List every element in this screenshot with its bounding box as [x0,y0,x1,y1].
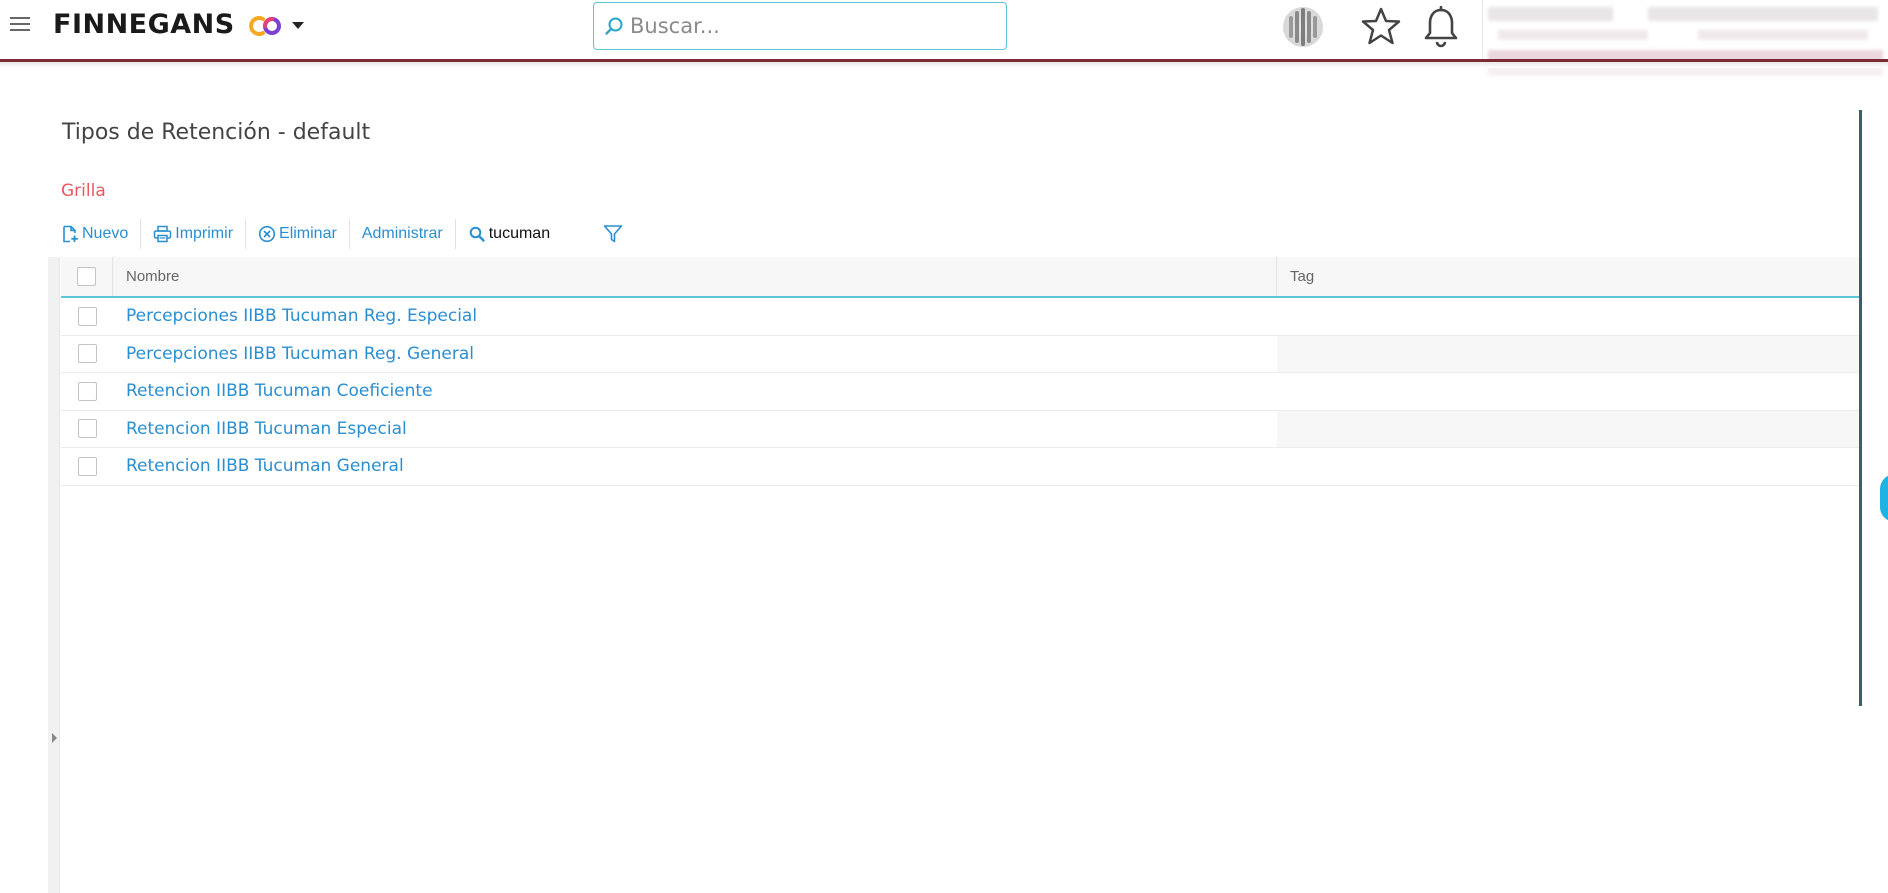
floating-help-button[interactable] [1880,474,1888,522]
grid-toolbar: Nuevo Imprimir Eliminar Administrar [61,219,623,249]
row-tag [1277,410,1861,447]
select-all-checkbox[interactable] [77,267,96,286]
table-row[interactable]: Percepciones IIBB Tucuman Reg. Especial [61,298,1861,336]
topbar-divider [1482,0,1483,58]
select-all-cell [61,257,113,296]
row-select-cell [61,298,113,335]
row-select-cell [61,373,113,410]
manage-button-label: Administrar [361,225,443,242]
global-search[interactable] [593,2,1007,50]
table-row[interactable]: Percepciones IIBB Tucuman Reg. General [61,335,1861,373]
star-icon[interactable] [1361,6,1401,46]
global-search-input[interactable] [630,14,990,38]
column-header-tag[interactable]: Tag [1277,257,1861,296]
filter-icon [603,225,623,243]
row-checkbox[interactable] [77,344,97,364]
brand-name: FINNEGANS [53,9,235,40]
manage-button[interactable]: Administrar [350,219,456,249]
side-panel-rail [48,257,60,893]
column-header-nombre[interactable]: Nombre [113,257,1277,296]
row-checkbox[interactable] [77,381,97,401]
row-name-link[interactable]: Retencion IIBB Tucuman Especial [113,411,1277,448]
vertical-scrollbar[interactable] [1859,110,1862,706]
bell-icon[interactable] [1422,6,1460,48]
chevron-down-icon[interactable] [292,22,304,29]
row-tag [1277,335,1861,372]
table-row[interactable]: Retencion IIBB Tucuman General [61,448,1861,486]
row-select-cell [61,448,113,485]
expand-panel-icon[interactable] [52,733,57,743]
print-button[interactable]: Imprimir [141,219,247,249]
row-select-cell [61,411,113,448]
table-row[interactable]: Retencion IIBB Tucuman Coeficiente [61,373,1861,411]
search-icon [605,17,623,35]
page-title: Tipos de Retención - default [62,120,371,145]
delete-button[interactable]: Eliminar [246,219,350,249]
view-label: Grilla [61,181,106,201]
grid-search[interactable] [456,219,589,249]
row-tag [1277,373,1861,410]
delete-button-label: Eliminar [279,225,337,242]
close-circle-icon [258,225,276,243]
row-name-link[interactable]: Percepciones IIBB Tucuman Reg. Especial [113,298,1277,335]
row-checkbox[interactable] [77,456,97,476]
row-name-link[interactable]: Retencion IIBB Tucuman General [113,448,1277,485]
topbar-shadow [0,62,1888,68]
grid-search-input[interactable] [488,225,579,243]
row-checkbox[interactable] [77,306,97,326]
row-tag [1277,448,1861,485]
grid-header: Nombre Tag [61,257,1861,298]
new-button[interactable]: Nuevo [61,219,142,249]
filter-button[interactable] [589,219,623,249]
print-button-label: Imprimir [175,225,234,242]
row-checkbox[interactable] [77,419,97,439]
printer-icon [154,225,172,243]
row-name-link[interactable]: Retencion IIBB Tucuman Coeficiente [113,373,1277,410]
menu-icon[interactable] [10,17,30,33]
table-row[interactable]: Retencion IIBB Tucuman Especial [61,410,1861,448]
new-document-icon [63,225,78,243]
search-icon [469,226,485,242]
row-name-link[interactable]: Percepciones IIBB Tucuman Reg. General [113,336,1277,373]
row-select-cell [61,336,113,373]
row-tag [1277,298,1861,335]
data-grid: Nombre Tag Percepciones IIBB Tucuman Reg… [61,257,1861,486]
top-bar: FINNEGANS [0,0,1888,76]
logo-icon [249,16,281,36]
new-button-label: Nuevo [82,225,129,242]
assistant-orb-icon[interactable] [1280,5,1326,49]
